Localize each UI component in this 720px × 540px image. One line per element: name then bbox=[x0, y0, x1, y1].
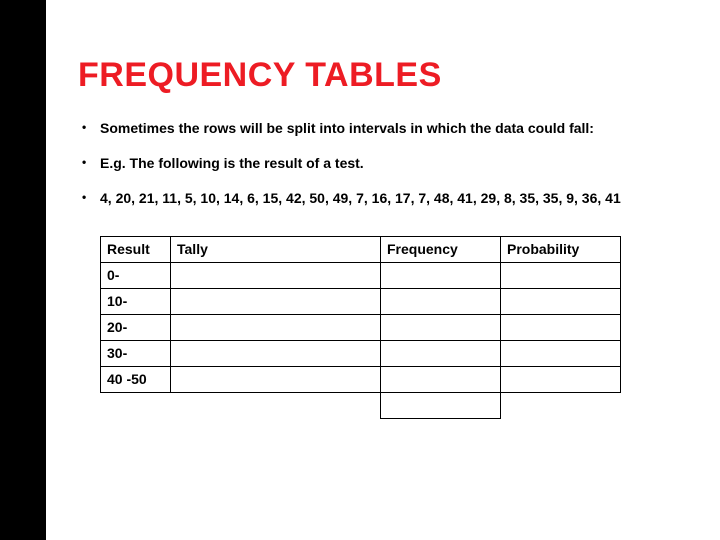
cell-probability bbox=[501, 288, 621, 314]
cell-result: 10- bbox=[101, 288, 171, 314]
slide-content: FREQUENCY TABLES Sometimes the rows will… bbox=[78, 56, 678, 419]
header-frequency: Frequency bbox=[381, 236, 501, 262]
bullet-text: 4, 20, 21, 11, 5, 10, 14, 6, 15, 42, 50,… bbox=[100, 190, 621, 206]
header-tally: Tally bbox=[171, 236, 381, 262]
cell-result: 30- bbox=[101, 340, 171, 366]
cell-tally bbox=[171, 340, 381, 366]
cell-result: 0- bbox=[101, 262, 171, 288]
cell-probability bbox=[501, 262, 621, 288]
page-title: FREQUENCY TABLES bbox=[78, 56, 678, 95]
table-row: 40 -50 bbox=[101, 366, 621, 392]
table-row: 30- bbox=[101, 340, 621, 366]
cell-tally bbox=[171, 314, 381, 340]
bullet-item: Sometimes the rows will be split into in… bbox=[78, 119, 678, 138]
bullet-text: Sometimes the rows will be split into in… bbox=[100, 120, 594, 136]
header-probability: Probability bbox=[501, 236, 621, 262]
cell-tally bbox=[171, 262, 381, 288]
left-stripe bbox=[0, 0, 46, 540]
cell-probability bbox=[501, 314, 621, 340]
cell-tally bbox=[171, 366, 381, 392]
table-row: 20- bbox=[101, 314, 621, 340]
bullet-item: 4, 20, 21, 11, 5, 10, 14, 6, 15, 42, 50,… bbox=[78, 189, 678, 208]
table-header-row: Result Tally Frequency Probability bbox=[101, 236, 621, 262]
cell-frequency bbox=[381, 262, 501, 288]
cell-frequency bbox=[381, 366, 501, 392]
frequency-table: Result Tally Frequency Probability 0- 10… bbox=[100, 236, 621, 419]
table-row: 0- bbox=[101, 262, 621, 288]
cell-frequency bbox=[381, 314, 501, 340]
cell-tally bbox=[171, 288, 381, 314]
table-row: 10- bbox=[101, 288, 621, 314]
bullet-item: E.g. The following is the result of a te… bbox=[78, 154, 678, 173]
cell-frequency bbox=[381, 340, 501, 366]
cell-probability bbox=[501, 340, 621, 366]
bullet-list: Sometimes the rows will be split into in… bbox=[78, 119, 678, 208]
table-row-extra bbox=[101, 392, 621, 418]
header-result: Result bbox=[101, 236, 171, 262]
cell-frequency bbox=[381, 288, 501, 314]
bullet-text: E.g. The following is the result of a te… bbox=[100, 155, 364, 171]
cell-probability bbox=[501, 366, 621, 392]
cell-result: 20- bbox=[101, 314, 171, 340]
cell-result: 40 -50 bbox=[101, 366, 171, 392]
cell-extra bbox=[381, 392, 501, 418]
